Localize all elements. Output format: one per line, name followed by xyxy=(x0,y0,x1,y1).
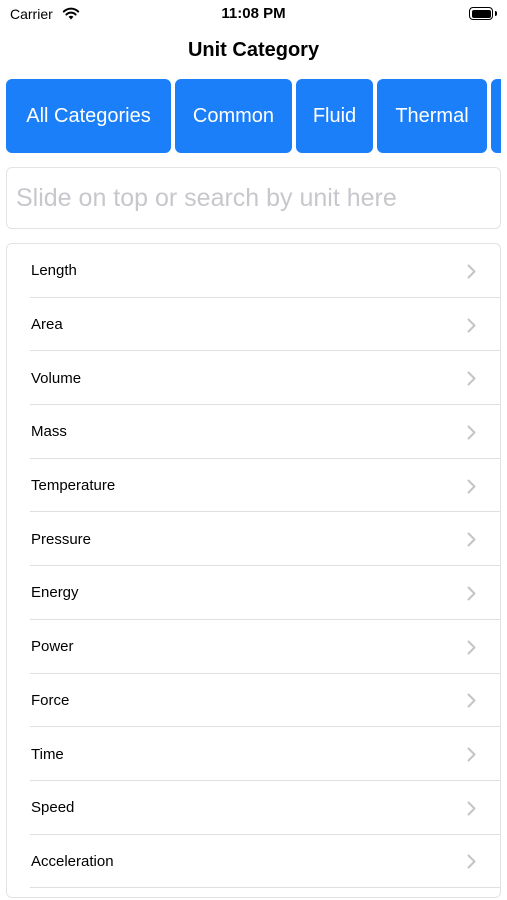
chevron-right-icon xyxy=(467,425,476,440)
clock: 11:08 PM xyxy=(221,5,286,22)
unit-category-list: Length Area Volume Mass Temperature Pres… xyxy=(6,243,501,898)
list-item-label: Length xyxy=(31,262,77,280)
chevron-right-icon xyxy=(467,264,476,279)
category-label: All Categories xyxy=(26,104,151,127)
chevron-right-icon xyxy=(467,854,476,869)
screen: Carrier 11:08 PM Unit Category All Categ… xyxy=(0,0,507,900)
category-pill-all[interactable]: All Categories xyxy=(6,79,171,153)
list-item[interactable]: Acceleration xyxy=(7,835,500,889)
battery-icon xyxy=(469,7,497,20)
list-item-label: Time xyxy=(31,745,64,763)
category-label: Common xyxy=(192,104,275,127)
chevron-right-icon xyxy=(467,693,476,708)
chevron-right-icon xyxy=(467,479,476,494)
category-pill-next[interactable] xyxy=(491,79,501,153)
chevron-right-icon xyxy=(467,801,476,816)
list-item-label: Power xyxy=(31,638,74,656)
search-input[interactable] xyxy=(6,167,501,229)
chevron-right-icon xyxy=(467,747,476,762)
list-item[interactable]: Power xyxy=(7,620,500,674)
list-item-label: Temperature xyxy=(31,477,116,495)
category-label: Thermal xyxy=(395,104,469,127)
category-strip[interactable]: All Categories Common Fluid Thermal xyxy=(6,79,501,153)
list-item-label: Pressure xyxy=(31,530,92,548)
chevron-right-icon xyxy=(467,532,476,547)
list-item-label: Energy xyxy=(31,584,79,602)
list-item[interactable]: Time xyxy=(7,727,500,781)
list-item[interactable]: Volume xyxy=(7,351,500,405)
category-label: Fluid xyxy=(312,104,357,127)
page-title: Unit Category xyxy=(187,39,320,61)
chevron-right-icon xyxy=(467,586,476,601)
list-item-label: Mass xyxy=(31,423,67,441)
list-item-label: Force xyxy=(31,691,70,709)
chevron-right-icon xyxy=(467,640,476,655)
list-item[interactable]: Length xyxy=(7,244,500,298)
list-item[interactable]: Force xyxy=(7,674,500,728)
list-item[interactable]: Energy xyxy=(7,566,500,620)
list-item-label: Acceleration xyxy=(31,852,114,870)
list-item[interactable]: Temperature xyxy=(7,459,500,513)
list-item-label: Speed xyxy=(31,799,75,817)
category-pill-common[interactable]: Common xyxy=(175,79,292,153)
list-item[interactable]: Speed xyxy=(7,781,500,835)
list-item-label: Area xyxy=(31,316,63,334)
chevron-right-icon xyxy=(467,318,476,333)
list-item[interactable]: Area xyxy=(7,298,500,352)
list-item[interactable]: Mass xyxy=(7,405,500,459)
category-pill-fluid[interactable]: Fluid xyxy=(296,79,373,153)
chevron-right-icon xyxy=(467,371,476,386)
status-bar: Carrier 11:08 PM xyxy=(0,0,507,30)
category-pill-thermal[interactable]: Thermal xyxy=(377,79,487,153)
list-item[interactable]: Pressure xyxy=(7,512,500,566)
list-item-label: Volume xyxy=(31,369,82,387)
